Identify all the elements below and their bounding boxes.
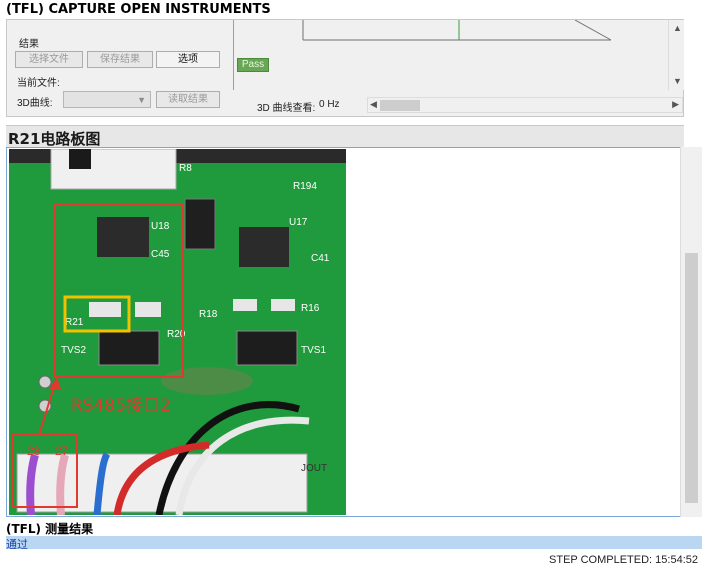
results-title: (TFL) 测量结果	[6, 522, 94, 536]
scroll-up-icon[interactable]: ▲	[673, 23, 682, 33]
save-result-button[interactable]: 保存结果	[87, 51, 153, 68]
file-controls: 结果 选择文件 保存结果 选项 当前文件: 3D曲线: ▼ 读取结果	[7, 20, 233, 109]
section-title: R21电路板图	[8, 130, 101, 148]
curve3d-select[interactable]: ▼	[63, 91, 151, 108]
label-u18: U18	[151, 221, 170, 232]
results-row[interactable]: 通过	[6, 536, 702, 551]
tvs2-diode	[98, 330, 160, 366]
step-status: STEP COMPLETED: 15:54:52	[549, 554, 698, 566]
image-scroll-thumb[interactable]	[685, 253, 698, 503]
label-c41: C41	[311, 253, 330, 264]
top-wire	[69, 149, 91, 169]
curve-plot	[235, 19, 667, 90]
section-header: R21电路板图	[6, 125, 684, 148]
instrument-panel: 结果 选择文件 保存结果 选项 当前文件: 3D曲线: ▼ 读取结果 Pass …	[6, 19, 684, 117]
label-rs485: RS485接口2	[71, 396, 171, 416]
chevron-down-icon: ▼	[137, 95, 146, 105]
panel-divider	[233, 20, 234, 90]
circuit-image-pane: U18 C45 U17 C41 R8 R194 R18 R16 R21 R20 …	[6, 147, 686, 517]
pcb-photo: U18 C45 U17 C41 R8 R194 R18 R16 R21 R20 …	[9, 149, 346, 515]
results-value: 通过	[6, 539, 28, 551]
label-r194: R194	[293, 181, 317, 192]
scroll-left-icon[interactable]: ◀	[370, 99, 377, 110]
mount-hole-1	[38, 375, 52, 389]
resistor-r16	[271, 299, 295, 311]
scroll-right-icon[interactable]: ▶	[672, 99, 679, 110]
label-tvs2: TVS2	[61, 345, 86, 356]
resistor-r20	[135, 302, 161, 317]
label-pin-28: 28	[27, 444, 41, 458]
label-c45: C45	[151, 249, 170, 260]
plot-vertical-scrollbar[interactable]: ▲ ▼	[668, 20, 684, 90]
label-jout: JOUT	[301, 463, 327, 474]
step-title: (TFL) CAPTURE OPEN INSTRUMENTS	[6, 2, 271, 17]
plot-curve-edge	[574, 19, 612, 41]
resistor-r21	[89, 302, 121, 317]
label-u17: U17	[289, 217, 308, 228]
label-r21: R21	[65, 317, 84, 328]
capacitor-block	[184, 198, 216, 250]
curve3d-horizontal-scrollbar[interactable]: ◀ ▶	[367, 97, 683, 113]
curve-plot-graphic	[302, 19, 612, 41]
label-pin-27: 27	[55, 444, 69, 458]
read-result-button[interactable]: 读取结果	[156, 91, 220, 108]
scroll-down-icon[interactable]: ▼	[673, 76, 682, 86]
label-r18: R18	[199, 309, 218, 320]
window-root: (TFL) CAPTURE OPEN INSTRUMENTS 结果 选择文件 保…	[0, 0, 706, 586]
current-file-label: 当前文件:	[17, 78, 60, 89]
tvs1-diode	[236, 330, 298, 366]
curve3d-freq-value: 0 Hz	[319, 99, 340, 110]
label-r8: R8	[179, 163, 192, 174]
curve3d-label: 3D曲线:	[17, 98, 53, 109]
select-file-button[interactable]: 选择文件	[15, 51, 83, 68]
resistor-r18	[233, 299, 257, 311]
chip-u17	[239, 227, 289, 267]
options-button[interactable]: 选项	[156, 51, 220, 68]
image-vertical-scrollbar[interactable]	[680, 147, 702, 517]
label-r16: R16	[301, 303, 320, 314]
chip-u18	[97, 217, 149, 257]
curve3d-view-bar: 3D 曲线查看: 0 Hz ◀ ▶	[235, 96, 683, 114]
coated-area	[161, 367, 253, 395]
label-tvs1: TVS1	[301, 345, 326, 356]
scroll-thumb[interactable]	[380, 100, 420, 111]
pass-indicator[interactable]: Pass	[237, 58, 269, 72]
curve3d-freq-label: 3D 曲线查看:	[257, 103, 316, 114]
result-label: 结果	[19, 39, 39, 50]
